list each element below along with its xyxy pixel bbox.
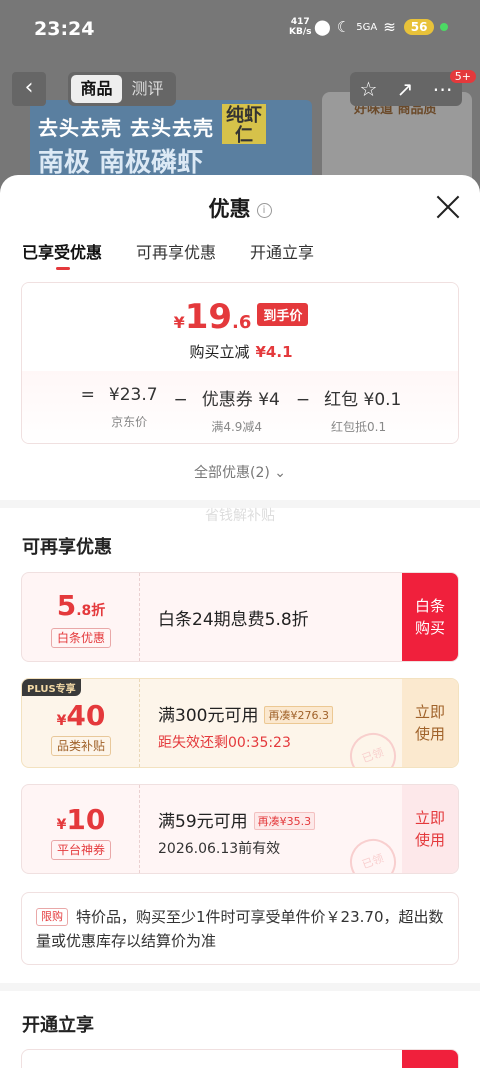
final-price: ¥19.6 到手价	[22, 297, 458, 337]
final-price-int: 19	[184, 297, 233, 337]
valid-date: 2026.06.13前有效	[158, 841, 281, 857]
product-image-text: 去头去壳 去头去壳	[38, 116, 214, 140]
top-right-actions: ☆ ↗ ⋯	[350, 72, 462, 106]
price-formula: = ¥23.7 京东价 − 优惠券 ¥4 满4.9减4 − 红包 ¥0.1 红包抵0.1	[22, 385, 458, 435]
coupon-desc: 满300元可用 再凑¥276.3 距失效还剩00:35:23	[158, 701, 333, 752]
status-bar: 23:24 417 KB/s ⬤ ☾ 5GA ≋ 56	[0, 0, 480, 60]
countdown: 距失效还剩00:35:23	[158, 735, 291, 751]
coupon-label: 品类补贴	[51, 736, 111, 756]
tab-open[interactable]: 开通立享	[250, 239, 314, 263]
formula-item: = ¥23.7 京东价	[80, 385, 158, 429]
final-price-tag: 到手价	[257, 303, 309, 326]
discount-sheet: 优惠 i 已享受优惠 可再享优惠 开通立享 ¥19.6 到手价 购买立减 ¥4.1 =…	[0, 175, 480, 1068]
close-icon[interactable]	[434, 193, 462, 221]
section-open-title: 开通立享	[22, 1015, 94, 1036]
product-page-background: 23:24 417 KB/s ⬤ ☾ 5GA ≋ 56 去头去壳 去头去壳 南极 …	[0, 0, 480, 200]
tab-product[interactable]: 商品	[71, 75, 122, 103]
reduce-value: ¥4.1	[255, 343, 293, 361]
baitiao-buy-button[interactable]: 白条购买	[402, 573, 458, 661]
coupon-label: 平台神券	[51, 840, 111, 860]
faint-text: 省钱解补贴	[205, 508, 275, 524]
coupon-amount: ¥10	[56, 803, 106, 836]
status-icons: ⬤ ☾ 5GA ≋ 56	[314, 18, 449, 36]
product-image-tag: 纯虾仁	[222, 104, 266, 146]
net-speed: 417 KB/s	[289, 17, 312, 37]
open-button[interactable]	[402, 1050, 458, 1068]
extra-amount: 再凑¥276.3	[264, 706, 333, 724]
battery-indicator: 56	[403, 19, 435, 35]
moon-icon: ☾	[336, 18, 351, 36]
cart-badge: 5+	[449, 70, 476, 83]
limit-tag: 限购	[36, 908, 68, 926]
use-now-button[interactable]: 立即使用	[402, 785, 458, 873]
back-button[interactable]: ‹	[12, 72, 46, 106]
coupon-amount: 5.8折	[56, 589, 106, 622]
coupon-label: 白条优惠	[51, 628, 111, 648]
more-icon[interactable]: ⋯	[432, 77, 452, 101]
coupon-desc: 白条24期息费5.8折	[158, 610, 309, 630]
coupon-card: ¥10 平台神券 满59元可用 再凑¥35.3 2026.06.13前有效 已领 …	[21, 784, 459, 874]
sheet-title: 优惠 i	[0, 193, 480, 223]
top-nav: ‹ 商品 测评 ☆ ↗ ⋯ 5+	[0, 70, 480, 110]
location-icon: ⬤	[314, 18, 331, 36]
claimed-stamp: 已领	[343, 726, 403, 767]
privacy-dot	[440, 23, 449, 31]
claimed-stamp: 已领	[343, 832, 403, 873]
all-preferential-toggle[interactable]: 全部优惠(2) ⌄	[0, 462, 480, 482]
share-icon[interactable]: ↗	[397, 77, 414, 101]
coupon-desc: 满59元可用 再凑¥35.3 2026.06.13前有效	[158, 807, 316, 858]
sheet-title-text: 优惠	[208, 197, 251, 221]
final-price-dec: .6	[232, 312, 252, 333]
extra-amount: 再凑¥35.3	[253, 812, 316, 830]
divider	[0, 983, 480, 991]
formula-item: − 红包 ¥0.1 红包抵0.1	[295, 390, 402, 434]
chevron-down-icon: ⌄	[274, 465, 287, 481]
limit-notice: 限购 特价品，购买至少1件时可享受单件价￥23.70，超出数量或优惠库存以结算价为…	[21, 892, 459, 965]
limit-text: 特价品，购买至少1件时可享受单件价￥23.70，超出数量或优惠库存以结算价为准	[36, 908, 444, 950]
tab-review[interactable]: 测评	[122, 75, 173, 103]
wifi-icon: ≋	[383, 18, 396, 36]
section-more-title: 可再享优惠	[22, 537, 112, 558]
formula-item: − 优惠券 ¥4 满4.9减4	[173, 390, 280, 434]
coupon-amount: ¥40	[56, 699, 106, 732]
product-tabs: 商品 测评	[68, 72, 176, 106]
info-icon[interactable]: i	[256, 202, 272, 218]
use-now-button[interactable]: 立即使用	[402, 679, 458, 767]
final-price-yen: ¥	[173, 313, 185, 332]
coupon-card: 5.8折 白条优惠 白条24期息费5.8折 白条购买	[21, 572, 459, 662]
plus-badge: PLUS专享	[22, 679, 81, 696]
favorite-icon[interactable]: ☆	[360, 77, 378, 101]
tab-more[interactable]: 可再享优惠	[136, 239, 216, 263]
coupon-card	[21, 1049, 459, 1068]
status-time: 23:24	[34, 18, 95, 40]
signal-icon: 5GA	[356, 21, 378, 33]
price-summary: ¥19.6 到手价 购买立减 ¥4.1 = ¥23.7 京东价 − 优惠券 ¥4 满4.9减…	[21, 282, 459, 444]
discount-tabs: 已享受优惠 可再享优惠 开通立享	[22, 239, 314, 270]
reduce-label: 购买立减	[189, 343, 250, 361]
product-image-text-2: 南极 南极磷虾	[38, 148, 204, 178]
coupon-card: PLUS专享 ¥40 品类补贴 满300元可用 再凑¥276.3 距失效还剩00:…	[21, 678, 459, 768]
reduce-line: 购买立减 ¥4.1	[22, 341, 458, 362]
tab-enjoyed[interactable]: 已享受优惠	[22, 239, 102, 270]
